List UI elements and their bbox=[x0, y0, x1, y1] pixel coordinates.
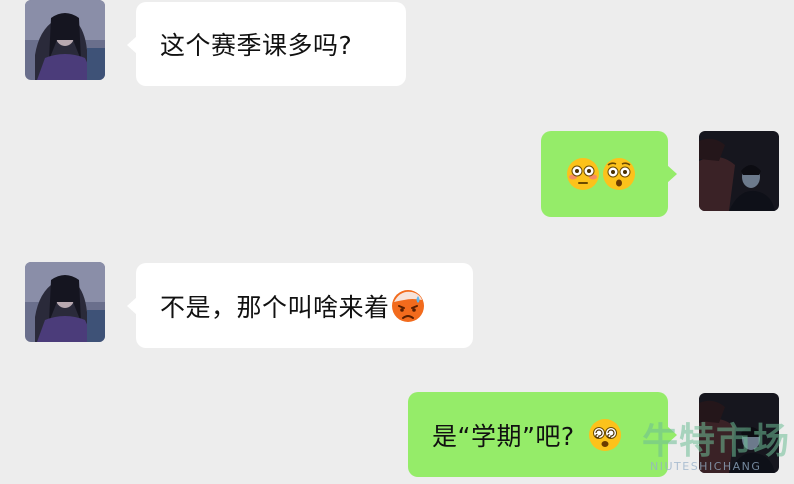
incoming-message-bubble[interactable]: 这个赛季课多吗? bbox=[127, 2, 406, 86]
message-text: 这个赛季课多吗? bbox=[160, 31, 353, 60]
anxious-sweat-face-icon bbox=[390, 288, 426, 324]
dizzy-face-icon bbox=[587, 417, 623, 453]
outgoing-message-bubble[interactable]: 是“学期”吧? bbox=[408, 392, 677, 477]
incoming-message-bubble[interactable]: 不是，那个叫啥来着 bbox=[127, 263, 473, 348]
message-text: 是“学期”吧? bbox=[432, 421, 575, 451]
message-text: 不是，那个叫啥来着 bbox=[160, 292, 390, 322]
contact-avatar[interactable] bbox=[25, 0, 105, 80]
own-avatar[interactable] bbox=[699, 131, 779, 211]
flushed-face-icon bbox=[565, 156, 601, 192]
outgoing-message-bubble[interactable] bbox=[541, 131, 677, 217]
chat-thread: 这个赛季课多吗? 不是，那个叫啥来着 是“学期”吧? 牛特市场 NIUTESHI… bbox=[0, 0, 794, 484]
contact-avatar[interactable] bbox=[25, 262, 105, 342]
hushed-face-icon bbox=[601, 156, 637, 192]
own-avatar[interactable] bbox=[699, 393, 779, 473]
